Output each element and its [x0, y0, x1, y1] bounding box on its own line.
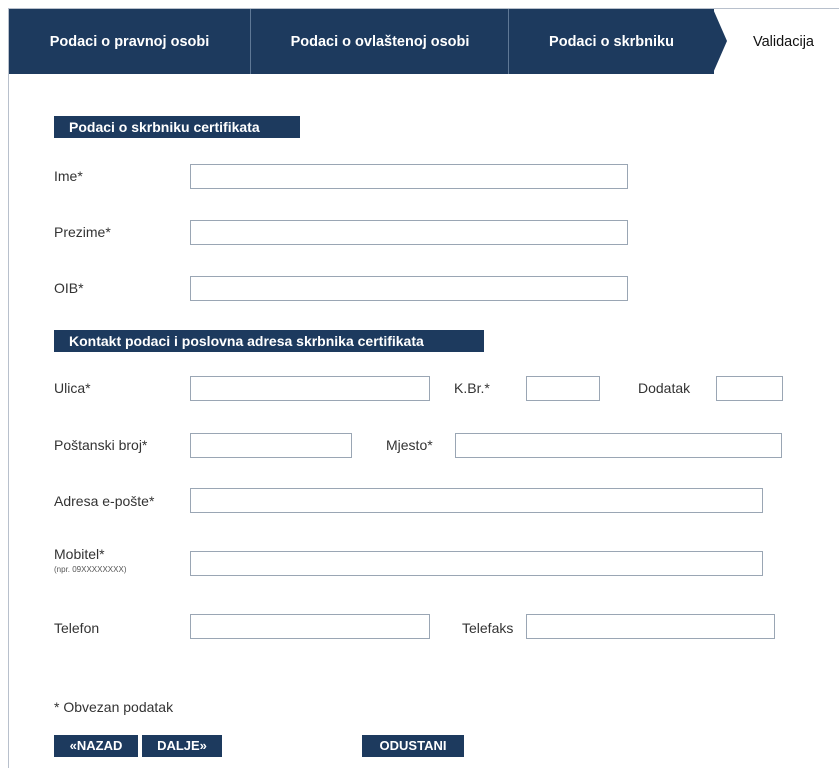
postanski-label: Poštanski broj* — [54, 437, 148, 453]
section-header-kontakt: Kontakt podaci i poslovna adresa skrbnik… — [54, 330, 484, 352]
dodatak-input[interactable] — [716, 376, 783, 401]
mobitel-input[interactable] — [190, 551, 763, 576]
ime-label: Ime* — [54, 168, 83, 184]
back-button[interactable]: «NAZAD — [54, 735, 138, 757]
tab-pravna-osoba[interactable]: Podaci o pravnoj osobi — [9, 9, 250, 74]
mobitel-label: Mobitel* — [54, 546, 105, 562]
mobitel-hint: (npr. 09XXXXXXXX) — [54, 565, 127, 574]
telefon-label: Telefon — [54, 620, 100, 636]
tab-ovlastena-osoba[interactable]: Podaci o ovlaštenoj osobi — [250, 9, 509, 74]
telefaks-label: Telefaks — [462, 620, 514, 636]
prezime-label: Prezime* — [54, 224, 111, 240]
telefon-input[interactable] — [190, 614, 430, 639]
tab-validacija[interactable]: Validacija — [727, 9, 840, 74]
oib-label: OIB* — [54, 280, 84, 296]
tab-skrbnik[interactable]: Podaci o skrbniku — [508, 9, 714, 74]
tab-arrow — [713, 9, 727, 73]
next-button[interactable]: DALJE» — [142, 735, 222, 757]
oib-input[interactable] — [190, 276, 628, 301]
postanski-input[interactable] — [190, 433, 352, 458]
ulica-label: Ulica* — [54, 380, 91, 396]
cancel-button[interactable]: ODUSTANI — [362, 735, 464, 757]
kbr-label: K.Br.* — [454, 380, 490, 396]
dodatak-label: Dodatak — [638, 380, 691, 396]
ulica-input[interactable] — [190, 376, 430, 401]
telefaks-input[interactable] — [526, 614, 775, 639]
email-label: Adresa e-pošte* — [54, 493, 155, 509]
wizard-tabs: Podaci o pravnoj osobi Podaci o ovlašten… — [9, 9, 840, 74]
section-header-skrbnik: Podaci o skrbniku certifikata — [54, 116, 300, 138]
email-input[interactable] — [190, 488, 763, 513]
mjesto-input[interactable] — [455, 433, 782, 458]
required-note: * Obvezan podatak — [54, 699, 174, 715]
ime-input[interactable] — [190, 164, 628, 189]
kbr-input[interactable] — [526, 376, 600, 401]
mjesto-label: Mjesto* — [386, 437, 433, 453]
prezime-input[interactable] — [190, 220, 628, 245]
